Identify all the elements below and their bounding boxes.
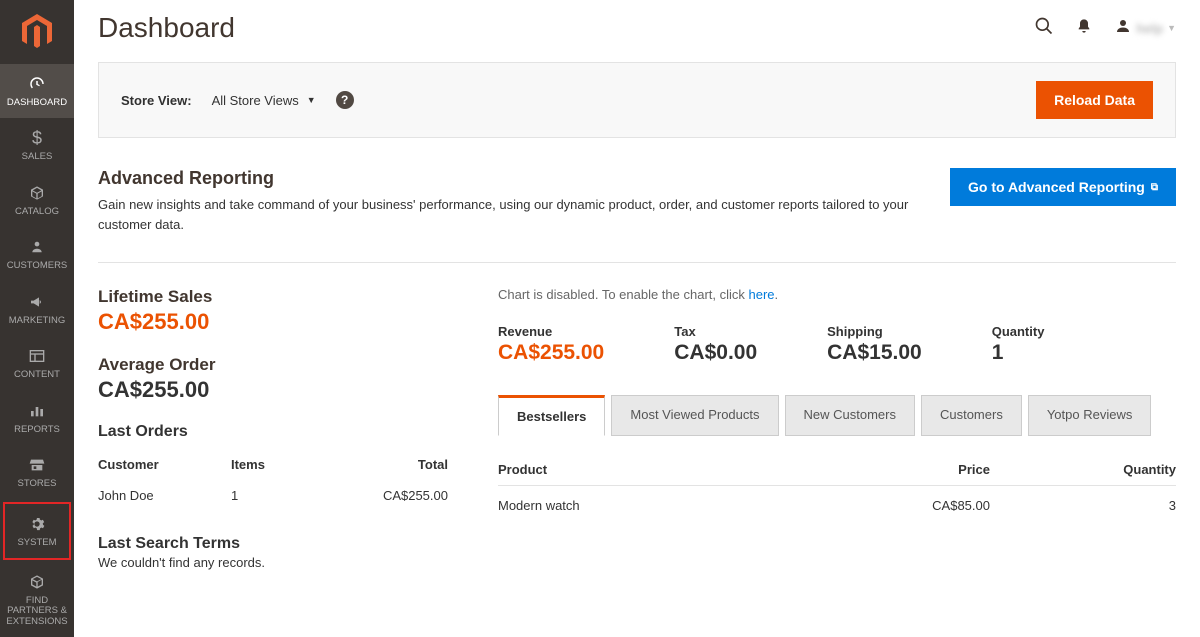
layout-icon [29, 346, 45, 366]
sidebar-item-label: SALES [22, 152, 53, 162]
shipping-value: CA$15.00 [827, 341, 922, 365]
user-icon [1114, 17, 1132, 40]
tab-most-viewed[interactable]: Most Viewed Products [611, 395, 778, 436]
sidebar-item-sales[interactable]: $ SALES [0, 118, 74, 172]
store-view-select[interactable]: All Store Views ▼ [212, 93, 316, 108]
dashboard-tabs: Bestsellers Most Viewed Products New Cus… [498, 395, 1176, 436]
sidebar-item-label: SYSTEM [17, 538, 56, 548]
sidebar-item-label: CONTENT [14, 370, 60, 380]
sidebar-item-label: FIND PARTNERS & EXTENSIONS [2, 596, 72, 627]
sidebar-item-label: MARKETING [9, 316, 65, 326]
sidebar-item-reports[interactable]: REPORTS [0, 391, 74, 445]
col-items: Items [231, 451, 305, 478]
enable-chart-link[interactable]: here [749, 287, 775, 302]
sidebar-item-label: CATALOG [15, 207, 59, 217]
col-price: Price [786, 454, 990, 486]
store-view-bar: Store View: All Store Views ▼ ? Reload D… [98, 62, 1176, 138]
tab-new-customers[interactable]: New Customers [785, 395, 915, 436]
dashboard-icon [28, 74, 46, 94]
chevron-down-icon: ▼ [307, 95, 316, 105]
main-content: Dashboard help ▼ Store View: All Store V… [74, 0, 1200, 637]
sidebar-item-customers[interactable]: CUSTOMERS [0, 227, 74, 281]
quantity-label: Quantity [992, 324, 1045, 339]
megaphone-icon [29, 292, 45, 312]
notifications-icon[interactable] [1076, 17, 1092, 40]
sidebar-item-label: CUSTOMERS [7, 261, 68, 271]
magento-logo[interactable] [0, 0, 74, 64]
tab-yotpo[interactable]: Yotpo Reviews [1028, 395, 1152, 436]
sidebar-item-dashboard[interactable]: DASHBOARD [0, 64, 74, 118]
table-row[interactable]: Modern watch CA$85.00 3 [498, 486, 1176, 526]
store-view-label: Store View: [121, 93, 192, 108]
col-customer: Customer [98, 451, 231, 478]
chevron-down-icon: ▼ [1167, 23, 1176, 33]
tab-customers[interactable]: Customers [921, 395, 1022, 436]
cube-icon [29, 183, 45, 203]
advanced-reporting-button[interactable]: Go to Advanced Reporting ⧉ [950, 168, 1176, 206]
person-icon [30, 237, 44, 257]
package-icon [29, 572, 45, 592]
average-order-value: CA$255.00 [98, 377, 448, 403]
tax-label: Tax [674, 324, 757, 339]
user-menu[interactable]: help ▼ [1114, 17, 1176, 40]
quantity-value: 1 [992, 341, 1045, 365]
sidebar-item-label: REPORTS [14, 425, 60, 435]
chart-disabled-note: Chart is disabled. To enable the chart, … [498, 287, 1176, 302]
col-total: Total [305, 451, 448, 478]
sidebar: DASHBOARD $ SALES CATALOG CUSTOMERS MARK… [0, 0, 74, 637]
advanced-reporting-desc: Gain new insights and take command of yo… [98, 195, 918, 234]
bars-icon [29, 401, 45, 421]
revenue-value: CA$255.00 [498, 341, 604, 365]
advanced-reporting-title: Advanced Reporting [98, 168, 918, 189]
tax-value: CA$0.00 [674, 341, 757, 365]
page-title: Dashboard [98, 12, 235, 44]
user-name: help [1136, 21, 1163, 36]
table-row[interactable]: John Doe 1 CA$255.00 [98, 478, 448, 513]
sidebar-item-marketing[interactable]: MARKETING [0, 282, 74, 336]
col-product: Product [498, 454, 786, 486]
sidebar-item-stores[interactable]: STORES [0, 445, 74, 499]
lifetime-sales-label: Lifetime Sales [98, 287, 448, 307]
gear-icon [29, 514, 45, 534]
bestsellers-table: Product Price Quantity Modern watch CA$8… [498, 454, 1176, 525]
tab-bestsellers[interactable]: Bestsellers [498, 395, 605, 436]
last-orders-table: Customer Items Total John Doe 1 CA$255.0… [98, 451, 448, 513]
search-icon[interactable] [1034, 16, 1054, 41]
col-quantity: Quantity [990, 454, 1176, 486]
last-orders-title: Last Orders [98, 423, 448, 441]
sidebar-item-partners[interactable]: FIND PARTNERS & EXTENSIONS [0, 562, 74, 637]
shipping-label: Shipping [827, 324, 922, 339]
sidebar-item-content[interactable]: CONTENT [0, 336, 74, 390]
sidebar-item-label: DASHBOARD [7, 98, 67, 108]
lifetime-sales-value: CA$255.00 [98, 309, 448, 335]
sidebar-item-system[interactable]: SYSTEM [3, 502, 71, 560]
sidebar-item-label: STORES [18, 479, 57, 489]
revenue-label: Revenue [498, 324, 604, 339]
help-icon[interactable]: ? [336, 91, 354, 109]
dollar-icon: $ [32, 128, 42, 148]
last-search-title: Last Search Terms [98, 535, 448, 553]
sidebar-item-catalog[interactable]: CATALOG [0, 173, 74, 227]
reload-data-button[interactable]: Reload Data [1036, 81, 1153, 119]
storefront-icon [29, 455, 45, 475]
last-search-empty: We couldn't find any records. [98, 555, 448, 570]
average-order-label: Average Order [98, 355, 448, 375]
external-link-icon: ⧉ [1151, 182, 1158, 193]
